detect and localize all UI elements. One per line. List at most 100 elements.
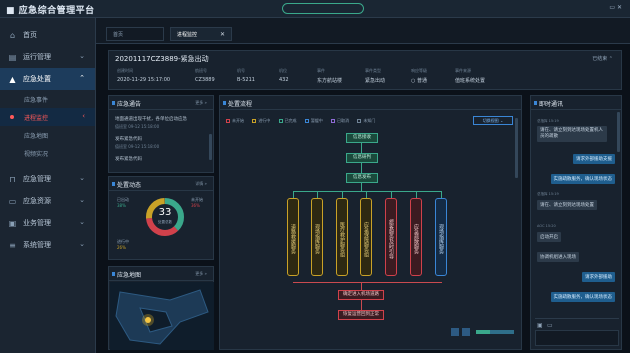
folder-icon: ⊓: [9, 174, 16, 184]
panel-header: 处置流程: [220, 96, 521, 110]
tab-process-monitor[interactable]: 进程监控 ✕: [170, 27, 232, 41]
flow-connector: [293, 282, 442, 283]
image-attach-icon[interactable]: ▣: [537, 322, 543, 329]
list-icon: ▤: [8, 52, 17, 62]
panel-header: 处置动态 详情 »: [109, 177, 213, 191]
sidebar-item-resources[interactable]: ▭ 应急资源 ⌄: [0, 190, 95, 212]
home-icon: ⌂: [9, 30, 16, 40]
sidebar-item-emergency[interactable]: ▲ 应急处置 ⌃: [0, 68, 95, 90]
sidebar: ⌂ 首页 ▤ 运行管理 ⌄ ▲ 应急处置 ⌃ 应急事件 进程监控 ‹ 应急地图 …: [0, 18, 96, 353]
panel-title: 应急通告: [117, 101, 142, 108]
panel-marker-icon: [112, 182, 115, 186]
flow-connector: [317, 191, 318, 198]
file-attach-icon[interactable]: ▭: [547, 322, 553, 329]
chat-meta: 总指挥 15:19: [537, 192, 559, 196]
event-field: 航班号 CZ3889: [195, 68, 215, 83]
top-bar: ■ 应急综合管理平台 ▭ ✕: [0, 0, 630, 18]
flow-column-node[interactable]: 应急疏散服务: [410, 198, 422, 276]
flow-connector: [293, 191, 294, 198]
sidebar-item-label: 业务管理: [23, 219, 51, 227]
flow-node-receive[interactable]: 信息接收: [346, 133, 378, 143]
list-item[interactable]: 发布紧急代码 值班室 09-12 15:18:00: [115, 136, 213, 150]
flow-connector: [293, 191, 442, 192]
flow-connector: [361, 300, 362, 310]
panel-marker-icon: [112, 272, 115, 276]
sidebar-item-business[interactable]: ▣ 业务管理 ⌄: [0, 212, 95, 234]
event-field: 事件 东方航站楼: [317, 68, 343, 84]
flow-node-publish[interactable]: 信息发布: [346, 173, 378, 183]
flow-connector: [361, 163, 362, 173]
sidebar-item-emergency-management[interactable]: ⊓ 应急管理 ⌄: [0, 168, 95, 190]
view-select[interactable]: 切换视图 ⌄: [473, 116, 513, 125]
list-item[interactable]: 地面通道出现干扰，各单位启动应急 值班室 09-12 15:18:00: [115, 116, 213, 130]
sidebar-subitem-events[interactable]: 应急事件: [0, 90, 95, 108]
flow-column-node[interactable]: 道路救援服务: [287, 198, 299, 276]
flow-column-node[interactable]: 应急保障服务组: [360, 198, 372, 276]
flow-column-node[interactable]: 现场指挥服务: [435, 198, 447, 276]
legend-label: 未开始 36%: [191, 197, 203, 208]
panel-marker-icon: [534, 101, 537, 105]
more-link[interactable]: 更多 »: [195, 100, 207, 106]
panel-marker-icon: [112, 101, 115, 105]
panel-header: 应急地图 更多 »: [109, 267, 213, 281]
legend-item: 未知门: [357, 118, 375, 123]
chat-message: 请在、请立刻到达现场处置: [537, 200, 597, 210]
legend-label: 进行中 26%: [117, 239, 129, 250]
sidebar-subitem-process-monitor[interactable]: 进程监控 ‹: [0, 108, 95, 126]
legend-item: 暂缓中: [304, 118, 323, 123]
sidebar-item-label: 应急管理: [23, 175, 51, 183]
flow-connector: [391, 191, 392, 198]
window-controls[interactable]: ▭ ✕: [609, 4, 622, 11]
close-icon[interactable]: ✕: [220, 28, 225, 42]
event-field: 机位 432: [279, 68, 289, 83]
more-link[interactable]: 详情 »: [195, 181, 207, 187]
more-link[interactable]: 更多 »: [195, 271, 207, 277]
flow-column-node[interactable]: 医疗救护服务组: [336, 198, 348, 276]
sidebar-item-operations[interactable]: ▤ 运行管理 ⌄: [0, 46, 95, 68]
sidebar-item-home[interactable]: ⌂ 首页: [0, 24, 95, 46]
zoom-in-icon[interactable]: [462, 328, 470, 336]
flow-node-restore[interactable]: 恢复运营回到正常: [338, 310, 384, 320]
flow-connector: [361, 183, 362, 191]
flow-node-assess[interactable]: 信息研判: [346, 153, 378, 163]
flow-column-node[interactable]: 旅客服务及时引导: [385, 198, 397, 276]
tab-home[interactable]: 首页: [106, 27, 164, 41]
grid-icon: ▣: [8, 218, 17, 228]
list-item[interactable]: 发布紧急代码: [115, 156, 213, 162]
event-status-toggle[interactable]: 已结束 ⌃: [592, 55, 613, 62]
scrollbar[interactable]: [209, 134, 212, 160]
flow-column-node[interactable]: 现场指挥服务: [311, 198, 323, 276]
sidebar-subitem-video[interactable]: 视频实况: [0, 144, 95, 162]
panel-title: 即时通讯: [539, 101, 564, 108]
map-panel: 应急地图 更多 »: [108, 266, 214, 350]
top-center-pill[interactable]: [282, 3, 364, 14]
scrollbar[interactable]: [617, 112, 620, 152]
zoom-slider-fill: [476, 330, 490, 334]
panel-header: 即时通讯: [531, 96, 621, 110]
tab-label: 首页: [113, 32, 124, 38]
tab-bar: 首页 进程监控 ✕: [96, 18, 630, 44]
chat-message: 实施疏散服务，确认现场状态: [550, 174, 615, 184]
zoom-out-icon[interactable]: [451, 328, 459, 336]
chat-input[interactable]: [535, 330, 619, 346]
panel-header: 应急通告 更多 »: [109, 96, 213, 110]
event-field: 机号 B-5211: [237, 68, 255, 83]
sidebar-subitem-map[interactable]: 应急地图: [0, 126, 95, 144]
flow-connector: [361, 143, 362, 153]
panel-marker-icon: [223, 101, 226, 105]
event-info-panel: 20201117CZ3889-紧急出动 已结束 ⌃ 创建时间 2020-11-29…: [108, 50, 622, 90]
chat-message: 协调机组进入现场: [537, 252, 579, 262]
scrollbar[interactable]: [515, 118, 518, 178]
legend-item: 已完成: [278, 118, 297, 123]
chat-meta: AOC 15:20: [537, 224, 556, 228]
chevron-down-icon: ⌄: [79, 196, 85, 204]
sidebar-item-system[interactable]: ≡ 系统管理 ⌄: [0, 234, 95, 256]
emergency-map[interactable]: [110, 282, 214, 350]
panel-title: 应急地图: [117, 272, 142, 279]
flow-connector: [441, 191, 442, 198]
flow-node-enter-airport[interactable]: 确定进入机场道路: [338, 290, 384, 300]
chevron-down-icon: ⌄: [79, 240, 85, 248]
dispatch-total-value: 33: [158, 207, 172, 218]
notice-panel: 应急通告 更多 » 地面通道出现干扰，各单位启动应急 值班室 09-12 15:1…: [108, 95, 214, 173]
sidebar-subitem-label: 进程监控: [24, 114, 49, 122]
